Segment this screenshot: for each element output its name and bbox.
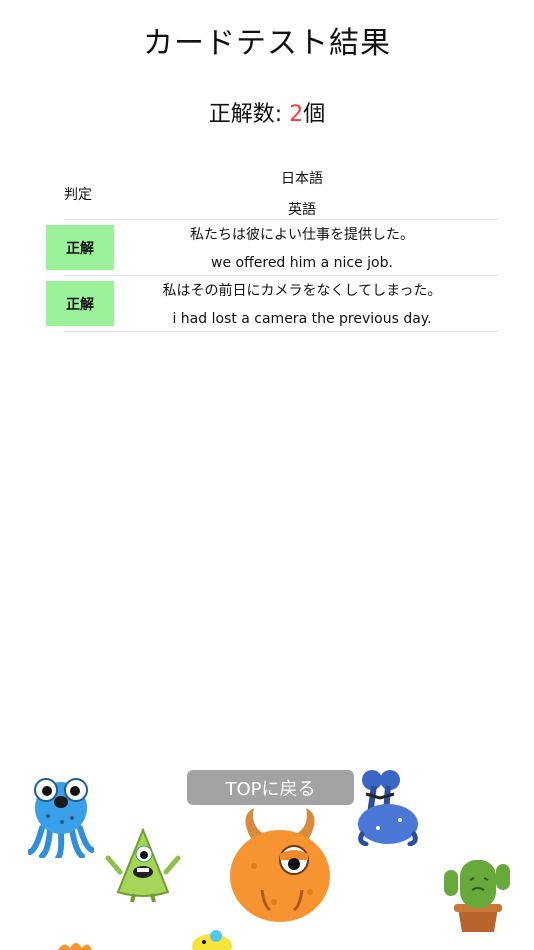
- table-header: 判定 日本語 英語: [64, 160, 498, 220]
- navy-monster-icon: [358, 770, 418, 846]
- column-header-english: 英語: [288, 202, 316, 218]
- results-table: 判定 日本語 英語 正解 私たちは彼によい仕事を提供した。 we offered…: [46, 160, 498, 332]
- cactus-icon: [444, 860, 510, 932]
- orange-creature-icon: [58, 943, 92, 950]
- green-alien-icon: [105, 828, 181, 902]
- back-to-top-button[interactable]: TOPに戻る: [187, 770, 354, 805]
- score-value: 2: [289, 102, 304, 127]
- column-header-japanese: 日本語: [281, 171, 323, 187]
- page-title: カードテスト結果: [143, 26, 391, 61]
- results-screen: カードテスト結果 正解数: 2個 判定 日本語 英語 正解 私たちは彼によい仕事…: [0, 0, 534, 950]
- yellow-chick-icon: [192, 930, 232, 950]
- score-line: 正解数: 2個: [0, 96, 534, 128]
- japanese-sentence: 私はその前日にカメラをなくしてしまった。: [162, 283, 442, 299]
- english-sentence: i had lost a camera the previous day.: [172, 311, 432, 327]
- english-sentence: we offered him a nice job.: [211, 255, 393, 271]
- table-row: 正解 私たちは彼によい仕事を提供した。 we offered him a nic…: [46, 220, 498, 276]
- orange-monster-icon: [230, 808, 330, 922]
- japanese-sentence: 私たちは彼によい仕事を提供した。: [190, 227, 414, 243]
- blue-monster-icon: [28, 778, 94, 858]
- score-label: 正解数:: [208, 102, 290, 127]
- score-unit: 個: [303, 102, 326, 127]
- table-row: 正解 私はその前日にカメラをなくしてしまった。 i had lost a cam…: [46, 276, 498, 332]
